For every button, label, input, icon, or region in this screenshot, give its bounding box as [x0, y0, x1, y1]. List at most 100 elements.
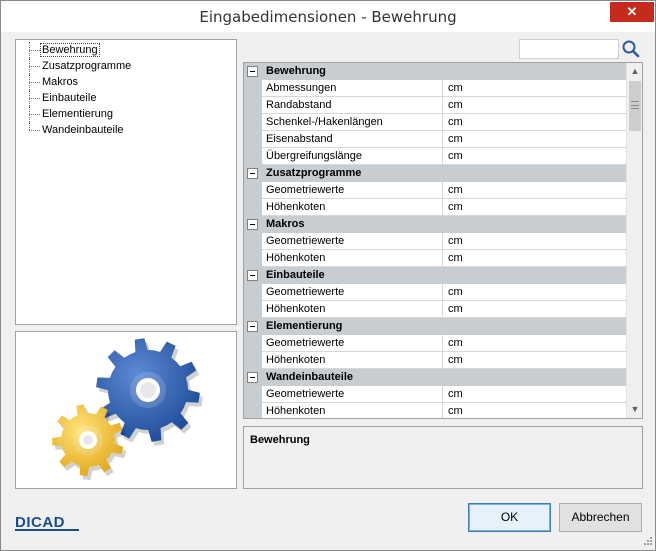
scroll-down-arrow-icon[interactable]: ▼	[627, 401, 642, 418]
property-value[interactable]: cm	[443, 352, 626, 369]
property-value[interactable]: cm	[443, 97, 626, 114]
row-gutter	[244, 386, 262, 403]
property-row[interactable]: Höhenkoten cm	[244, 403, 626, 418]
tree-item-label: Einbauteile	[42, 92, 97, 104]
property-row[interactable]: Eisenabstand cm	[244, 131, 626, 148]
gears-illustration	[52, 338, 203, 480]
property-name: Geometriewerte	[262, 335, 443, 352]
property-value[interactable]: cm	[443, 335, 626, 352]
property-row[interactable]: Abmessungen cm	[244, 80, 626, 97]
property-row[interactable]: Randabstand cm	[244, 97, 626, 114]
property-value[interactable]: cm	[443, 148, 626, 165]
property-row[interactable]: Geometriewerte cm	[244, 335, 626, 352]
scroll-grip-icon	[631, 101, 639, 109]
scroll-up-arrow-icon[interactable]: ▲	[627, 63, 642, 80]
category-row-zusatzprogramme[interactable]: Zusatzprogramme	[244, 165, 626, 182]
close-button[interactable]: ✕	[610, 2, 654, 22]
tree-item-zusatzprogramme[interactable]: Zusatzprogramme	[16, 58, 236, 74]
category-label: Wandeinbauteile	[266, 371, 353, 383]
resize-grip-icon[interactable]	[641, 536, 653, 548]
tree-item-label: Bewehrung	[40, 43, 100, 57]
property-name: Randabstand	[262, 97, 443, 114]
property-value[interactable]: cm	[443, 114, 626, 131]
property-value[interactable]: cm	[443, 233, 626, 250]
category-row-bewehrung[interactable]: Bewehrung	[244, 63, 626, 80]
property-row[interactable]: Geometriewerte cm	[244, 386, 626, 403]
property-name: Geometriewerte	[262, 386, 443, 403]
tree-item-wandeinbauteile[interactable]: Wandeinbauteile	[16, 122, 236, 138]
collapse-icon[interactable]	[247, 168, 258, 179]
tree-item-einbauteile[interactable]: Einbauteile	[16, 90, 236, 106]
row-gutter	[244, 97, 262, 114]
property-row[interactable]: Übergreifungslänge cm	[244, 148, 626, 165]
dialog-window: Eingabedimensionen - Bewehrung ✕ Bewehru…	[0, 0, 656, 551]
row-gutter	[244, 250, 262, 267]
property-value[interactable]: cm	[443, 182, 626, 199]
property-name: Eisenabstand	[262, 131, 443, 148]
property-name: Höhenkoten	[262, 352, 443, 369]
property-value[interactable]: cm	[443, 250, 626, 267]
property-grid-body: Bewehrung Abmessungen cm Randabstand cm Schen…	[244, 63, 626, 418]
row-gutter	[244, 284, 262, 301]
property-name: Geometriewerte	[262, 233, 443, 250]
category-row-einbauteile[interactable]: Einbauteile	[244, 267, 626, 284]
row-gutter	[244, 114, 262, 131]
property-value[interactable]: cm	[443, 284, 626, 301]
collapse-icon[interactable]	[247, 66, 258, 77]
property-row[interactable]: Höhenkoten cm	[244, 301, 626, 318]
property-value[interactable]: cm	[443, 80, 626, 97]
category-row-makros[interactable]: Makros	[244, 216, 626, 233]
property-value[interactable]: cm	[443, 403, 626, 418]
tree-item-elementierung[interactable]: Elementierung	[16, 106, 236, 122]
tree-item-label: Elementierung	[42, 108, 113, 120]
property-name: Übergreifungslänge	[262, 148, 443, 165]
search-icon[interactable]	[621, 39, 641, 59]
property-row[interactable]: Höhenkoten cm	[244, 199, 626, 216]
description-panel: Bewehrung	[243, 426, 643, 489]
tree-item-label: Zusatzprogramme	[42, 60, 132, 72]
row-gutter	[244, 182, 262, 199]
category-label: Zusatzprogramme	[266, 167, 362, 179]
vertical-scrollbar[interactable]: ▲ ▼	[626, 63, 642, 418]
property-row[interactable]: Geometriewerte cm	[244, 233, 626, 250]
property-value[interactable]: cm	[443, 386, 626, 403]
property-row[interactable]: Geometriewerte cm	[244, 182, 626, 199]
row-gutter	[244, 148, 262, 165]
category-tree[interactable]: Bewehrung Zusatzprogramme Makros Einbauteil…	[15, 39, 237, 325]
property-name: Geometriewerte	[262, 182, 443, 199]
row-gutter	[244, 80, 262, 97]
scroll-thumb[interactable]	[629, 81, 641, 131]
ok-button[interactable]: OK	[468, 503, 551, 532]
collapse-icon[interactable]	[247, 372, 258, 383]
collapse-icon[interactable]	[247, 270, 258, 281]
row-gutter	[244, 199, 262, 216]
property-grid[interactable]: Bewehrung Abmessungen cm Randabstand cm Schen…	[243, 62, 643, 419]
row-gutter	[244, 301, 262, 318]
tree-item-bewehrung[interactable]: Bewehrung	[16, 42, 236, 58]
property-name: Höhenkoten	[262, 199, 443, 216]
search-input[interactable]	[519, 39, 619, 59]
category-row-elementierung[interactable]: Elementierung	[244, 318, 626, 335]
property-value[interactable]: cm	[443, 301, 626, 318]
property-name: Schenkel-/Hakenlängen	[262, 114, 443, 131]
property-row[interactable]: Höhenkoten cm	[244, 250, 626, 267]
category-label: Bewehrung	[266, 65, 326, 77]
property-name: Höhenkoten	[262, 250, 443, 267]
property-row[interactable]: Geometriewerte cm	[244, 284, 626, 301]
property-row[interactable]: Höhenkoten cm	[244, 352, 626, 369]
category-label: Elementierung	[266, 320, 343, 332]
title-bar[interactable]: Eingabedimensionen - Bewehrung ✕	[1, 1, 655, 32]
collapse-icon[interactable]	[247, 321, 258, 332]
property-value[interactable]: cm	[443, 131, 626, 148]
close-icon: ✕	[626, 4, 638, 19]
description-title: Bewehrung	[250, 434, 310, 446]
property-value[interactable]: cm	[443, 199, 626, 216]
property-name: Höhenkoten	[262, 403, 443, 418]
property-row[interactable]: Schenkel-/Hakenlängen cm	[244, 114, 626, 131]
gears-illustration-panel	[15, 331, 237, 489]
collapse-icon[interactable]	[247, 219, 258, 230]
tree-item-makros[interactable]: Makros	[16, 74, 236, 90]
cancel-button[interactable]: Abbrechen	[559, 503, 642, 532]
tree-item-label: Makros	[42, 76, 79, 88]
category-row-wandeinbauteile[interactable]: Wandeinbauteile	[244, 369, 626, 386]
